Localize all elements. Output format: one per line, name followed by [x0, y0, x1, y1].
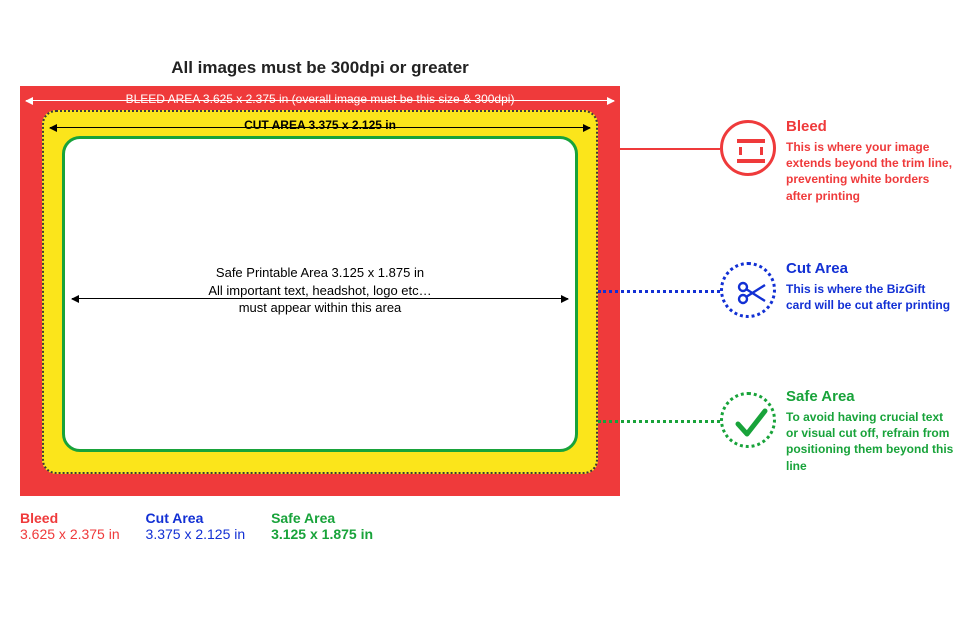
safe-area-line3: must appear within this area	[239, 300, 402, 315]
legend-cut: Cut Area This is where the BizGift card …	[786, 260, 954, 313]
legend-safe-body: To avoid having crucial text or visual c…	[786, 409, 954, 474]
legend-safe-title: Safe Area	[786, 388, 954, 405]
bleed-area-label: BLEED AREA 3.625 x 2.375 in (overall ima…	[20, 92, 620, 106]
safe-dimension-arrow	[72, 298, 568, 299]
bleed-icon-circle	[720, 120, 776, 176]
bleed-icon	[737, 139, 765, 163]
safe-icon-circle	[720, 392, 776, 448]
footer-specs: Bleed 3.625 x 2.375 in Cut Area 3.375 x …	[20, 510, 395, 542]
legend-cut-body: This is where the BizGift card will be c…	[786, 281, 954, 313]
page-title: All images must be 300dpi or greater	[20, 58, 620, 78]
legend-bleed: Bleed This is where your image extends b…	[786, 118, 954, 204]
legend-safe: Safe Area To avoid having crucial text o…	[786, 388, 954, 474]
footer-bleed-title: Bleed	[20, 510, 58, 526]
footer-safe-dim: 3.125 x 1.875 in	[271, 526, 373, 542]
scissors-icon	[723, 265, 779, 321]
legend-bleed-body: This is where your image extends beyond …	[786, 139, 954, 204]
print-spec-diagram: All images must be 300dpi or greater BLE…	[0, 0, 960, 629]
cut-icon-circle	[720, 262, 776, 318]
footer-cut-title: Cut Area	[146, 510, 204, 526]
legend-bleed-title: Bleed	[786, 118, 954, 135]
footer-bleed-dim: 3.625 x 2.375 in	[20, 526, 120, 542]
safe-area-line1: Safe Printable Area 3.125 x 1.875 in	[216, 265, 424, 280]
cut-area-label: CUT AREA 3.375 x 2.125 in	[42, 118, 598, 132]
checkmark-icon	[723, 395, 779, 451]
footer-safe-title: Safe Area	[271, 510, 335, 526]
footer-cut-dim: 3.375 x 2.125 in	[146, 526, 246, 542]
safe-area-line2: All important text, headshot, logo etc…	[208, 283, 431, 298]
legend-cut-title: Cut Area	[786, 260, 954, 277]
connector-bleed	[620, 148, 720, 150]
connector-cut	[598, 290, 720, 293]
connector-safe	[598, 420, 720, 423]
safe-area-label: Safe Printable Area 3.125 x 1.875 in All…	[62, 264, 578, 317]
